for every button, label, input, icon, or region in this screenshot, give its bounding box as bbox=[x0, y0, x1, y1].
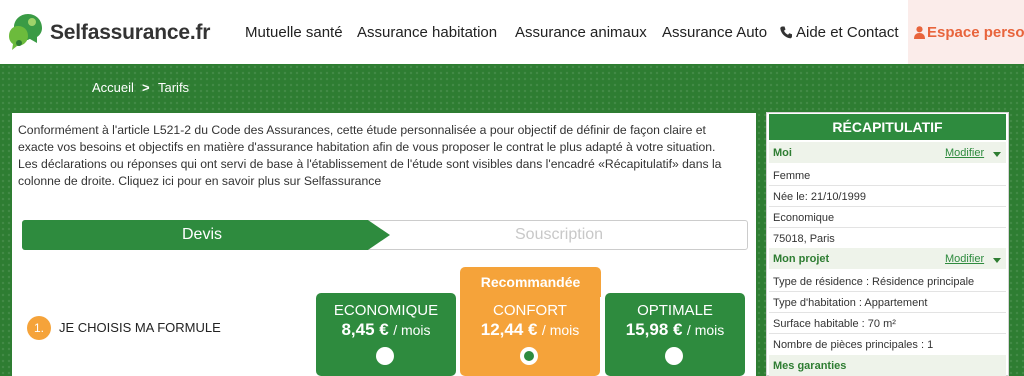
recap-row: Type d'habitation : Appartement bbox=[773, 297, 928, 309]
nav-aide-contact[interactable]: Aide et Contact bbox=[796, 24, 899, 41]
nav-mutuelle-sante[interactable]: Mutuelle santé bbox=[245, 24, 343, 41]
formule-title: JE CHOISIS MA FORMULE bbox=[59, 320, 221, 335]
plan-name: CONFORT bbox=[493, 302, 567, 319]
divider bbox=[769, 185, 1006, 186]
plan-price: 15,98 € / mois bbox=[625, 320, 725, 339]
plan-name: OPTIMALE bbox=[637, 302, 713, 319]
selfassurance-logo-icon[interactable] bbox=[6, 10, 50, 54]
recap-garanties-title: Mes garanties bbox=[773, 360, 847, 372]
plan-price: 12,44 € / mois bbox=[480, 320, 580, 339]
recap-moi-title: Moi bbox=[773, 147, 792, 159]
divider bbox=[769, 333, 1006, 334]
plan-name: ECONOMIQUE bbox=[333, 302, 439, 319]
breadcrumb-home[interactable]: Accueil bbox=[92, 80, 134, 95]
step-devis-label: Devis bbox=[182, 226, 223, 243]
brand-name[interactable]: Selfassurance.fr bbox=[50, 21, 210, 45]
plan-radio-confort[interactable] bbox=[520, 347, 538, 365]
recap-row: Economique bbox=[773, 212, 835, 224]
recap-moi-modify-link[interactable]: Modifier bbox=[945, 147, 984, 159]
breadcrumb-separator-icon: > bbox=[142, 80, 150, 95]
divider bbox=[769, 312, 1006, 313]
recap-row: Nombre de pièces principales : 1 bbox=[773, 339, 934, 351]
step-number-badge: 1. bbox=[27, 316, 51, 340]
plan-radio-optimale[interactable] bbox=[665, 347, 683, 365]
recap-projet-modify-link[interactable]: Modifier bbox=[945, 253, 984, 265]
plan-card-economique[interactable]: ECONOMIQUE 8,45 € / mois bbox=[316, 293, 456, 376]
recap-projet-title: Mon projet bbox=[773, 253, 830, 265]
chevron-down-icon[interactable] bbox=[993, 152, 1001, 157]
phone-icon bbox=[780, 26, 792, 39]
user-icon bbox=[914, 26, 925, 39]
recap-row: Type de résidence : Résidence principale bbox=[773, 276, 975, 288]
recap-title: RÉCAPITULATIF bbox=[769, 114, 1006, 140]
nav-assurance-auto[interactable]: Assurance Auto bbox=[662, 24, 767, 41]
breadcrumb-current: Tarifs bbox=[158, 80, 190, 95]
plan-card-confort[interactable]: CONFORT 12,44 € / mois bbox=[460, 296, 600, 376]
nav-assurance-habitation[interactable]: Assurance habitation bbox=[357, 24, 497, 41]
divider bbox=[769, 227, 1006, 228]
plan-radio-economique[interactable] bbox=[376, 347, 394, 365]
intro-text: Conformément à l'article L521-2 du Code … bbox=[18, 123, 722, 188]
plan-card-optimale[interactable]: OPTIMALE 15,98 € / mois bbox=[605, 293, 745, 376]
nav-assurance-animaux[interactable]: Assurance animaux bbox=[515, 24, 647, 41]
recap-row: 75018, Paris bbox=[773, 233, 835, 245]
divider bbox=[769, 291, 1006, 292]
recap-row: Femme bbox=[773, 170, 811, 182]
espace-perso-label[interactable]: Espace perso bbox=[927, 24, 1024, 41]
recommended-badge: Recommandée bbox=[460, 267, 601, 297]
chevron-down-icon[interactable] bbox=[993, 258, 1001, 263]
recap-row: Née le: 21/10/1999 bbox=[773, 191, 866, 203]
divider bbox=[769, 206, 1006, 207]
plan-price: 8,45 € / mois bbox=[341, 320, 431, 339]
step-souscription-label: Souscription bbox=[515, 226, 604, 243]
recap-row: Surface habitable : 70 m² bbox=[773, 318, 896, 330]
